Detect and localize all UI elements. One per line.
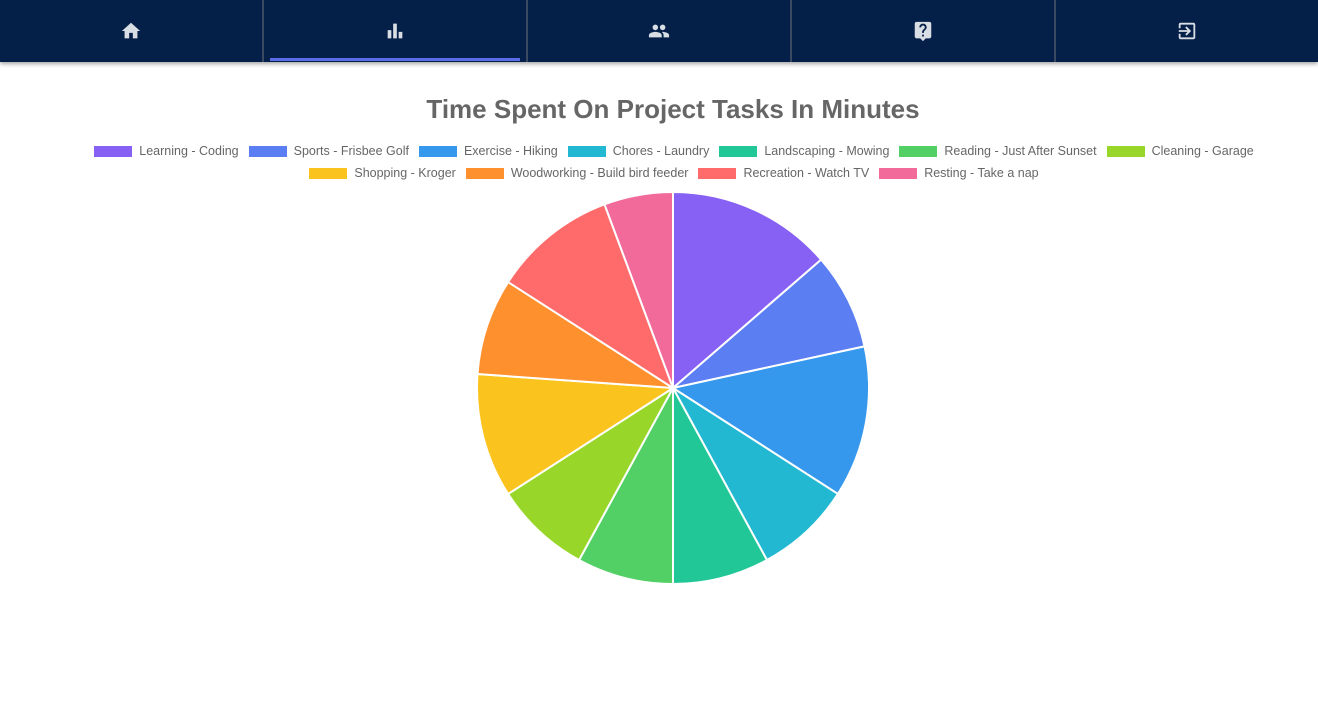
nav-logout-tab[interactable] <box>1056 0 1318 62</box>
logout-icon <box>1178 22 1196 40</box>
nav-home-tab[interactable] <box>0 0 264 62</box>
active-tab-indicator <box>270 58 520 61</box>
people-icon <box>648 24 670 38</box>
help-icon <box>914 21 932 42</box>
home-icon <box>121 22 141 39</box>
top-navigation-bar <box>0 0 1318 62</box>
nav-people-tab[interactable] <box>528 0 792 62</box>
bar-chart-icon <box>387 23 403 39</box>
nav-help-tab[interactable] <box>792 0 1056 62</box>
pie-chart <box>476 190 870 586</box>
nav-charts-tab[interactable] <box>264 0 528 62</box>
